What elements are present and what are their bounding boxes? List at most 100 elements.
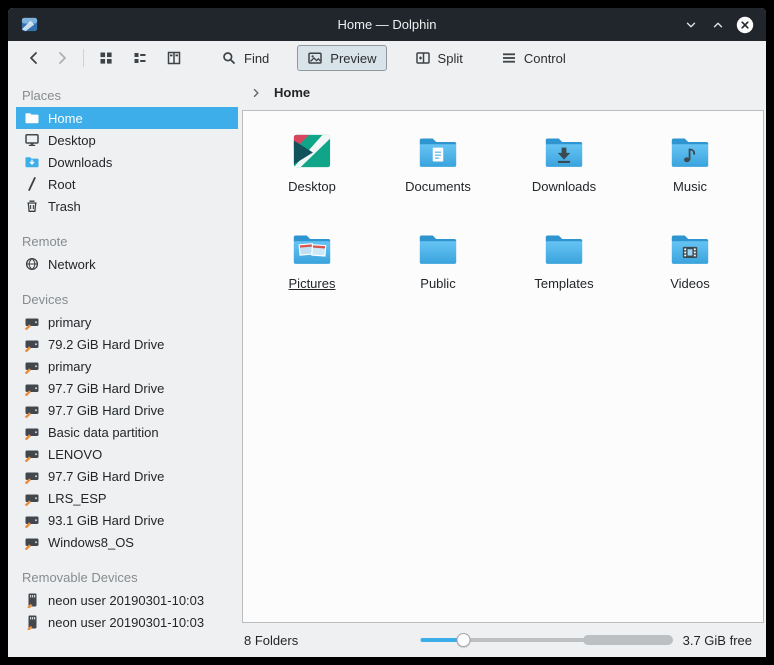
- breadcrumb-location[interactable]: Home: [274, 85, 310, 100]
- folder-downloads[interactable]: Downloads: [501, 123, 627, 220]
- screen: Home — Dolphin: [0, 0, 774, 665]
- arrow-right-icon: [54, 50, 70, 66]
- folder-music-icon: [667, 128, 713, 174]
- find-button[interactable]: Find: [211, 45, 279, 71]
- hard-drive-icon: [24, 402, 40, 418]
- sidebar-item-device[interactable]: primary: [16, 311, 238, 333]
- titlebar: Home — Dolphin: [8, 8, 766, 41]
- sidebar-item-device[interactable]: Windows8_OS: [16, 531, 238, 553]
- split-view-icon: [415, 50, 431, 66]
- folder-videos[interactable]: Videos: [627, 220, 753, 317]
- folder-documents[interactable]: Documents: [375, 123, 501, 220]
- toolbar: Find Preview Split: [8, 41, 766, 75]
- sidebar-item-network[interactable]: Network: [16, 253, 238, 275]
- folder-label: Desktop: [288, 179, 336, 194]
- preview-button[interactable]: Preview: [297, 45, 386, 71]
- back-button[interactable]: [20, 45, 48, 71]
- dolphin-window: Home — Dolphin: [8, 8, 766, 657]
- arrow-left-icon: [26, 50, 42, 66]
- zoom-slider-handle[interactable]: [456, 633, 470, 647]
- split-button[interactable]: Split: [405, 45, 473, 71]
- network-icon: [24, 256, 40, 272]
- hard-drive-icon: [24, 380, 40, 396]
- hard-drive-icon: [24, 446, 40, 462]
- sidebar-item-device[interactable]: Basic data partition: [16, 421, 238, 443]
- sidebar-item-device[interactable]: 79.2 GiB Hard Drive: [16, 333, 238, 355]
- hard-drive-icon: [24, 468, 40, 484]
- desktop-icon: [24, 132, 40, 148]
- folder-count: 8 Folders: [244, 633, 298, 648]
- close-button[interactable]: [736, 16, 754, 34]
- folder-view[interactable]: Desktop Documents: [242, 110, 764, 623]
- minimize-button[interactable]: [682, 16, 700, 34]
- sidebar-item-removable[interactable]: neon user 20190301-10:03: [16, 611, 238, 633]
- statusbar-right: 3.7 GiB free: [583, 633, 764, 648]
- columns-view-button[interactable]: [159, 45, 189, 71]
- folder-label: Videos: [670, 276, 710, 291]
- icons-view-icon: [98, 50, 114, 66]
- window-controls: [682, 16, 754, 34]
- chevron-right-icon: [250, 87, 262, 99]
- details-view-icon: [132, 50, 148, 66]
- hard-drive-icon: [24, 534, 40, 550]
- removable-drive-icon: [24, 614, 40, 630]
- folder-download-icon: [24, 154, 40, 170]
- sidebar-item-device[interactable]: 97.7 GiB Hard Drive: [16, 465, 238, 487]
- maximize-button[interactable]: [709, 16, 727, 34]
- hard-drive-icon: [24, 424, 40, 440]
- folder-pictures-icon: [289, 225, 335, 271]
- folder-label: Templates: [534, 276, 593, 291]
- sidebar-item-downloads[interactable]: Downloads: [16, 151, 238, 173]
- zoom-slider[interactable]: [421, 633, 586, 647]
- breadcrumb: Home: [242, 75, 764, 110]
- section-places: Places: [16, 83, 238, 107]
- folder-label: Public: [420, 276, 455, 291]
- sidebar-item-home[interactable]: Home: [16, 107, 238, 129]
- sidebar-item-trash[interactable]: Trash: [16, 195, 238, 217]
- folder-label: Music: [673, 179, 707, 194]
- sidebar-item-device[interactable]: LENOVO: [16, 443, 238, 465]
- folder-music[interactable]: Music: [627, 123, 753, 220]
- preview-icon: [307, 50, 323, 66]
- hard-drive-icon: [24, 512, 40, 528]
- sidebar-item-device[interactable]: 97.7 GiB Hard Drive: [16, 377, 238, 399]
- section-remote: Remote: [16, 229, 238, 253]
- trash-icon: [24, 198, 40, 214]
- folder-videos-icon: [667, 225, 713, 271]
- sidebar-item-device[interactable]: primary: [16, 355, 238, 377]
- folder-public[interactable]: Public: [375, 220, 501, 317]
- hard-drive-icon: [24, 490, 40, 506]
- folder-icon: [415, 225, 461, 271]
- search-icon: [221, 50, 237, 66]
- details-view-button[interactable]: [125, 45, 155, 71]
- folder-pictures[interactable]: Pictures: [249, 220, 375, 317]
- sidebar-item-device[interactable]: LRS_ESP: [16, 487, 238, 509]
- window-body: Places Home Desktop: [8, 75, 766, 657]
- folder-templates[interactable]: Templates: [501, 220, 627, 317]
- folder-label: Pictures: [289, 276, 336, 291]
- folder-downloads-icon: [541, 128, 587, 174]
- preview-label: Preview: [330, 51, 376, 66]
- app-icon: [20, 15, 39, 34]
- desktop-folder-icon: [289, 128, 335, 174]
- folder-icon: [541, 225, 587, 271]
- free-space-label: 3.7 GiB free: [683, 633, 752, 648]
- sidebar-item-removable[interactable]: neon user 20190301-10:03: [16, 589, 238, 611]
- sidebar-item-desktop[interactable]: Desktop: [16, 129, 238, 151]
- hard-drive-icon: [24, 314, 40, 330]
- close-icon: [736, 16, 754, 34]
- sidebar-item-device[interactable]: 97.7 GiB Hard Drive: [16, 399, 238, 421]
- sidebar-item-device[interactable]: 93.1 GiB Hard Drive: [16, 509, 238, 531]
- zoom-slider-track[interactable]: [421, 638, 586, 642]
- chevron-down-icon: [684, 18, 698, 32]
- free-space-bar: [583, 635, 673, 645]
- control-button[interactable]: Control: [491, 45, 576, 71]
- window-title: Home — Dolphin: [8, 17, 766, 32]
- statusbar: 8 Folders 3.7 GiB free: [242, 623, 764, 657]
- forward-button[interactable]: [48, 45, 76, 71]
- hamburger-menu-icon: [501, 50, 517, 66]
- sidebar-item-root[interactable]: Root: [16, 173, 238, 195]
- folder-desktop[interactable]: Desktop: [249, 123, 375, 220]
- section-devices: Devices: [16, 287, 238, 311]
- icons-view-button[interactable]: [91, 45, 121, 71]
